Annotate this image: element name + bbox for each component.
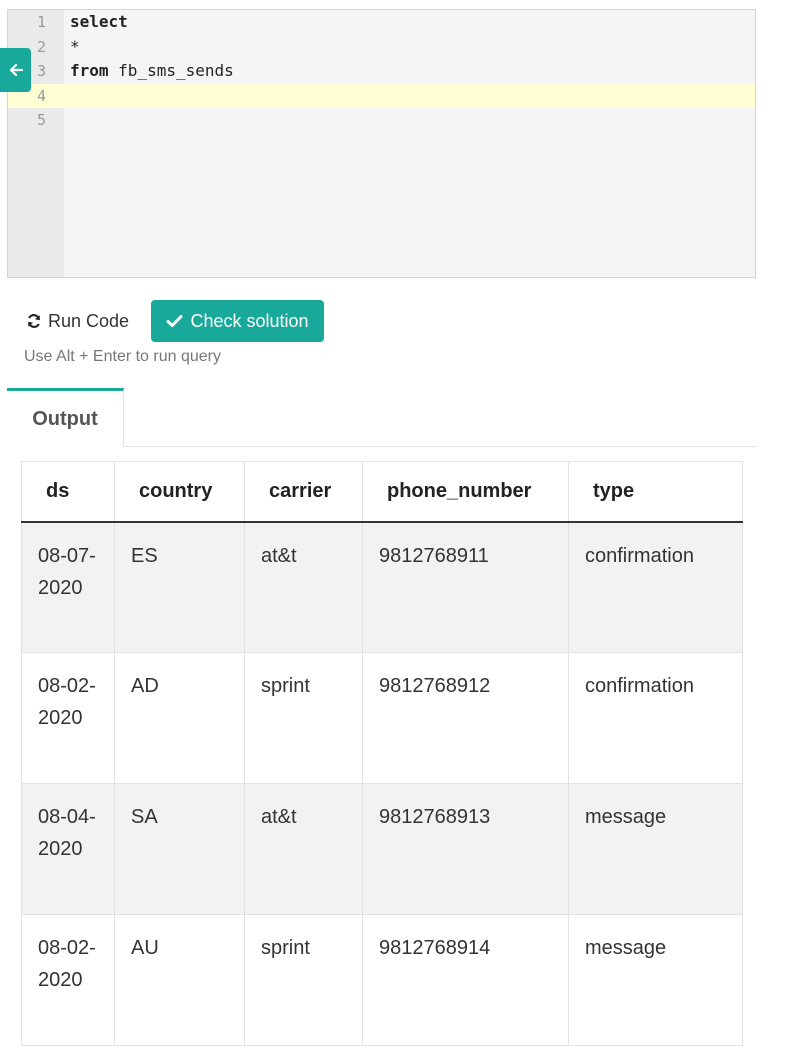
back-button[interactable] [0,48,31,92]
cell-type: confirmation [568,652,743,784]
cell-ds-text: 08-02-2020 [38,937,96,991]
cell-country: AD [114,652,245,784]
cell-ds: 08-07-2020 [21,521,115,653]
refresh-icon [27,314,41,328]
output-table: ds country carrier phone_number type 08-… [21,461,743,1046]
column-header-country[interactable]: country [114,461,245,523]
cell-ds: 08-04-2020 [21,783,115,915]
code-editor[interactable]: 1 select 2 * 3 from fb_sms_sends 4 5 [7,9,756,278]
code-text: * [70,35,80,60]
cell-country: AU [114,914,245,1046]
cell-phone-number: 9812768912 [362,652,569,784]
cell-country: SA [114,783,245,915]
tab-output[interactable]: Output [7,388,124,447]
cell-carrier: sprint [244,652,363,784]
run-code-button[interactable]: Run Code [22,300,133,342]
cell-ds-text: 08-02-2020 [38,675,96,729]
cell-ds-text: 08-04-2020 [38,806,96,860]
arrow-left-icon [9,63,23,77]
column-header-ds[interactable]: ds [21,461,115,523]
cell-phone-number: 9812768914 [362,914,569,1046]
table-row: 08-07-2020 ES at&t 9812768911 confirmati… [21,521,743,653]
cell-country: ES [114,521,245,653]
code-line-active[interactable]: 4 [8,83,755,108]
sql-keyword: from [70,61,109,80]
line-number: 5 [36,111,46,129]
cell-ds-text: 08-07-2020 [38,544,96,599]
column-header-carrier[interactable]: carrier [244,461,363,523]
code-line[interactable]: 5 [8,108,755,133]
check-solution-button[interactable]: Check solution [151,300,324,342]
table-row: 08-02-2020 AD sprint 9812768912 confirma… [21,652,743,784]
code-rest: * [70,36,80,56]
code-text: from fb_sms_sends [70,59,234,84]
check-icon [166,315,183,327]
line-number: 1 [36,13,46,31]
code-text: select [70,10,128,35]
cell-type: confirmation [568,521,743,653]
sql-keyword: select [70,12,128,31]
run-code-label: Run Code [48,310,130,331]
tab-output-label: Output [32,407,98,430]
cell-type: message [568,914,743,1046]
code-rest: fb_sms_sends [108,61,234,80]
column-header-phone-number[interactable]: phone_number [362,461,569,523]
cell-ds: 08-02-2020 [21,914,115,1046]
cell-carrier: at&t [244,521,363,653]
run-hint: Use Alt + Enter to run query [24,348,221,365]
cell-carrier: sprint [244,914,363,1046]
cell-carrier: at&t [244,783,363,915]
table-row: 08-02-2020 AU sprint 9812768914 message [21,914,743,1046]
cell-phone-number: 9812768911 [362,521,569,653]
table-row: 08-04-2020 SA at&t 9812768913 message [21,783,743,915]
table-header-row: ds country carrier phone_number type [21,461,743,523]
code-line[interactable]: 3 from fb_sms_sends [8,59,755,84]
check-solution-label: Check solution [190,310,309,331]
code-line[interactable]: 1 select [8,10,755,35]
code-line[interactable]: 2 * [8,35,755,60]
cell-phone-number: 9812768913 [362,783,569,915]
cell-type: message [568,783,743,915]
column-header-type[interactable]: type [568,461,743,523]
cell-ds: 08-02-2020 [21,652,115,784]
